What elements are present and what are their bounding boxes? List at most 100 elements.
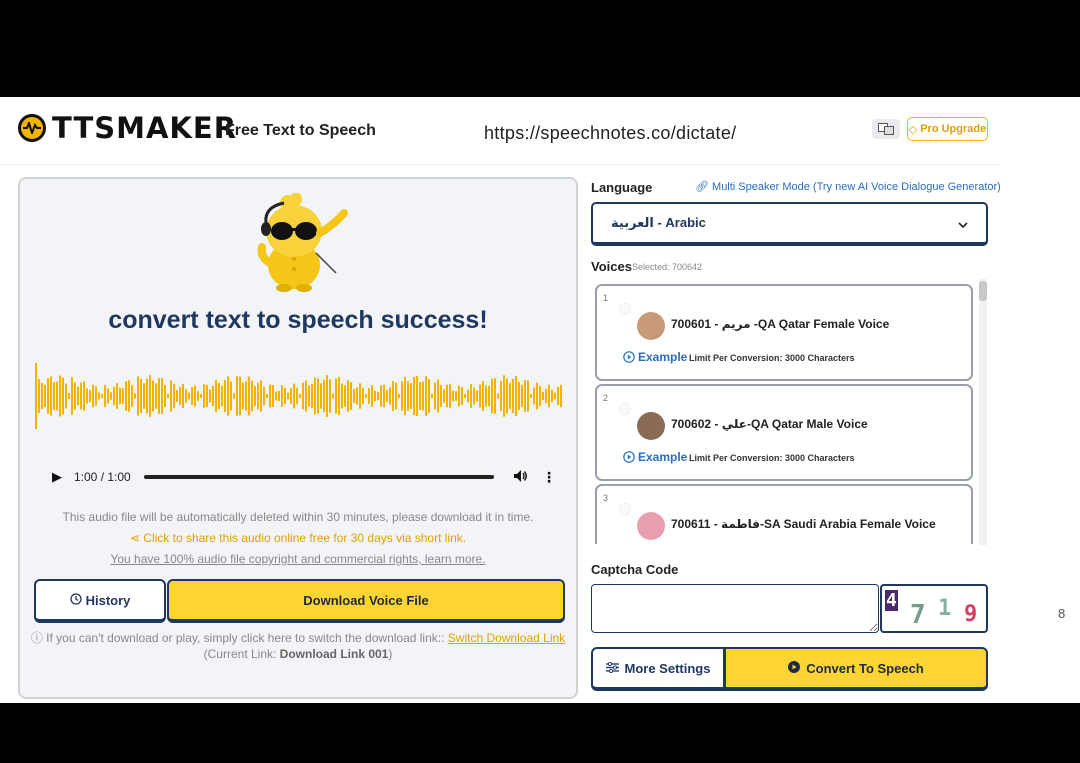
- waveform-bar: [305, 380, 307, 412]
- waveform-bar: [242, 382, 244, 410]
- example-link[interactable]: Example: [623, 450, 687, 464]
- waveform-bar: [539, 386, 541, 406]
- waveform-bar: [482, 380, 484, 412]
- logo[interactable]: TTSMAKER: [18, 111, 237, 145]
- download-voice-button[interactable]: Download Voice File: [167, 579, 565, 623]
- switch-download-note: ⓘ If you can't download or play, simply …: [20, 629, 576, 646]
- waveform-bar: [206, 384, 208, 408]
- waveform-bar: [416, 375, 418, 417]
- waveform-bar: [77, 386, 79, 406]
- multi-speaker-link[interactable]: 🔗︎ Multi Speaker Mode (Try new AI Voice …: [695, 180, 1001, 193]
- audio-waveform[interactable]: [34, 359, 564, 433]
- convert-label: Convert To Speech: [806, 660, 924, 676]
- waveform-bar: [266, 394, 268, 398]
- share-link[interactable]: ⋖ Click to share this audio online free …: [20, 531, 576, 545]
- waveform-bar: [476, 390, 478, 402]
- waveform-bar: [131, 385, 133, 407]
- waveform-bar: [128, 380, 130, 412]
- tagline: Free Text to Speech: [225, 122, 376, 139]
- waveform-bar: [245, 381, 247, 411]
- waveform-bar: [272, 385, 274, 407]
- switch-note-text: If you can't download or play, simply cl…: [46, 631, 445, 645]
- waveform-bar: [167, 393, 169, 399]
- switch-download-link[interactable]: Switch Download Link: [448, 631, 565, 645]
- waveform-bar: [485, 385, 487, 407]
- waveform-bar: [455, 391, 457, 401]
- waveform-bar: [473, 387, 475, 405]
- language-select[interactable]: العربية - Arabic: [591, 202, 988, 246]
- page-number: 8: [1058, 606, 1066, 621]
- play-circle-icon: [623, 451, 635, 463]
- waveform-bar: [290, 388, 292, 404]
- waveform-bar: [554, 392, 556, 400]
- player-progress-track[interactable]: [144, 475, 494, 479]
- captcha-image[interactable]: 4 7 1 9: [880, 584, 988, 633]
- waveform-bar: [311, 384, 313, 408]
- voice-number: 1: [603, 293, 609, 303]
- more-options-icon[interactable]: ⋮: [542, 469, 556, 486]
- waveform-bar: [419, 382, 421, 410]
- volume-icon[interactable]: [514, 469, 528, 485]
- voice-name: 700601 - مريم -QA Qatar Female Voice: [671, 317, 890, 331]
- translate-icon[interactable]: [872, 119, 900, 139]
- current-link-note: (Current Link: Download Link 001): [20, 647, 576, 661]
- play-circle-icon: [788, 660, 801, 676]
- waveform-bar: [338, 376, 340, 416]
- voice-card[interactable]: 2 700602 - علي-QA Qatar Male Voice Example…: [595, 384, 973, 481]
- example-link[interactable]: Example: [623, 350, 687, 364]
- scroll-thumb[interactable]: [979, 281, 987, 301]
- waveform-bar: [302, 382, 304, 410]
- waveform-bar: [530, 394, 532, 398]
- history-label: History: [85, 592, 131, 608]
- chevron-down-icon: [958, 216, 968, 231]
- voice-avatar: [637, 412, 665, 440]
- waveform-bar: [203, 384, 205, 408]
- captcha-input[interactable]: [591, 584, 879, 633]
- waveform-bar: [224, 379, 226, 413]
- more-settings-button[interactable]: More Settings: [591, 647, 725, 691]
- voices-label: Voices: [591, 259, 632, 274]
- diamond-icon: ◇: [908, 123, 918, 136]
- voice-limit: Limit Per Conversion: 3000 Characters: [689, 353, 855, 363]
- pro-upgrade-label: Pro Upgrade: [920, 123, 987, 135]
- waveform-bar: [164, 385, 166, 407]
- waveform-bar: [176, 390, 178, 402]
- copyright-link[interactable]: You have 100% audio file copyright and c…: [20, 552, 576, 566]
- convert-to-speech-button[interactable]: Convert To Speech: [724, 647, 988, 691]
- language-label: Language: [591, 180, 653, 195]
- waveform-bar: [263, 386, 265, 406]
- waveform-bar: [398, 394, 400, 398]
- pro-upgrade-button[interactable]: ◇ Pro Upgrade: [907, 117, 988, 141]
- voice-radio[interactable]: [619, 303, 631, 315]
- waveform-bar: [146, 378, 148, 414]
- waveform-bar: [188, 392, 190, 400]
- waveform-bar: [422, 381, 424, 411]
- waveform-bar: [509, 383, 511, 409]
- captcha-digit-2: 7: [910, 600, 926, 630]
- waveform-bar: [104, 385, 106, 407]
- waveform-bar: [209, 389, 211, 403]
- waveform-bar: [392, 380, 394, 412]
- waveform-bar: [470, 384, 472, 408]
- voice-card[interactable]: 1 700601 - مريم -QA Qatar Female Voice Exa…: [595, 284, 973, 381]
- waveform-bar: [326, 375, 328, 417]
- waveform-bar: [464, 394, 466, 398]
- voice-list-scrollbar[interactable]: [979, 279, 987, 545]
- waveform-bar: [458, 385, 460, 407]
- waveform-bar: [89, 389, 91, 403]
- waveform-bar: [215, 379, 217, 413]
- waveform-bar: [236, 376, 238, 416]
- voice-radio[interactable]: [619, 503, 631, 515]
- voice-radio[interactable]: [619, 403, 631, 415]
- waveform-bar: [50, 376, 52, 416]
- voice-card[interactable]: 3 700611 - فاطمة-SA Saudi Arabia Female V…: [595, 484, 973, 544]
- waveform-bar: [83, 381, 85, 411]
- waveform-bar: [179, 387, 181, 405]
- waveform-bar: [395, 382, 397, 410]
- audio-player[interactable]: ▶ 1:00 / 1:00 ⋮: [34, 457, 564, 497]
- waveform-bar: [59, 375, 61, 417]
- history-button[interactable]: History: [34, 579, 166, 623]
- voice-list[interactable]: 1 700601 - مريم -QA Qatar Female Voice Exa…: [591, 282, 988, 544]
- url-overlay-text: https://speechnotes.co/dictate/: [484, 123, 737, 143]
- play-icon[interactable]: ▶: [52, 469, 66, 485]
